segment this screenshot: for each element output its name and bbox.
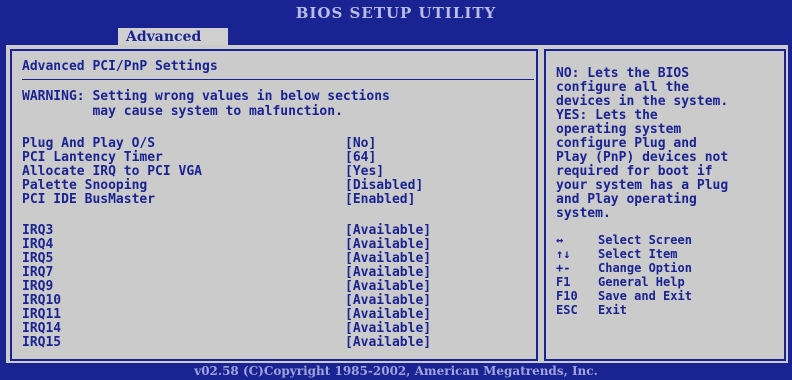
help-text: system. xyxy=(556,206,611,221)
setting-pci-ide-busmaster[interactable]: PCI IDE BusMaster [Enabled] xyxy=(22,192,522,208)
copyright-footer: v02.58 (C)Copyright 1985-2002, American … xyxy=(194,364,598,378)
setting-pci-latency-timer[interactable]: PCI Lantency Timer [64] xyxy=(22,150,522,165)
setting-irq15[interactable]: IRQ15 [Available] xyxy=(22,335,522,351)
left-right-arrow-icon: ↔ xyxy=(556,233,564,247)
bios-header: BIOS SETUP UTILITY Advanced xyxy=(0,0,792,46)
setting-label: PCI IDE BusMaster xyxy=(22,192,156,207)
setting-irq11[interactable]: IRQ11 [Available] xyxy=(22,307,522,322)
plus-minus-icon: +- xyxy=(556,261,571,275)
setting-irq3[interactable]: IRQ3 [Available] xyxy=(22,223,522,238)
key-action-exit: Exit xyxy=(598,303,627,317)
key-action-select-screen: Select Screen xyxy=(598,233,692,247)
setting-plug-and-play-os[interactable]: Plug And Play O/S [No] xyxy=(22,136,522,151)
key-action-save-exit: Save and Exit xyxy=(598,289,692,303)
page-title: Advanced PCI/PnP Settings xyxy=(22,59,218,74)
setting-irq5[interactable]: IRQ5 [Available] xyxy=(22,251,522,266)
heading-divider xyxy=(22,79,534,80)
esc-key: ESC xyxy=(556,303,578,317)
setting-allocate-irq-vga[interactable]: Allocate IRQ to PCI VGA [Yes] xyxy=(22,164,522,179)
key-action-change-option: Change Option xyxy=(598,261,692,275)
warning-text-continued: may cause system to malfunction. xyxy=(22,104,343,119)
up-down-arrow-icon: ↑↓ xyxy=(556,247,571,261)
setting-irq4[interactable]: IRQ4 [Available] xyxy=(22,237,522,252)
setting-palette-snooping[interactable]: Palette Snooping [Disabled] xyxy=(22,178,522,193)
setting-irq14[interactable]: IRQ14 [Available] xyxy=(22,321,522,336)
setting-irq10[interactable]: IRQ10 [Available] xyxy=(22,293,522,308)
help-panel: NO: Lets the BIOS configure all the devi… xyxy=(544,49,786,361)
irq-value[interactable]: [Available] xyxy=(345,335,431,351)
bios-title: BIOS SETUP UTILITY xyxy=(295,4,497,22)
setting-irq9[interactable]: IRQ9 [Available] xyxy=(22,279,522,294)
key-action-general-help: General Help xyxy=(598,275,685,289)
key-action-select-item: Select Item xyxy=(598,247,678,261)
irq-label: IRQ15 xyxy=(22,335,62,350)
f10-key: F10 xyxy=(556,289,578,303)
setting-value[interactable]: [Enabled] xyxy=(345,192,415,208)
f1-key: F1 xyxy=(556,275,571,289)
settings-panel: Advanced PCI/PnP Settings WARNING: Setti… xyxy=(10,49,538,361)
warning-text: WARNING: Setting wrong values in below s… xyxy=(22,89,390,104)
tab-advanced[interactable]: Advanced xyxy=(118,28,228,46)
setting-irq7[interactable]: IRQ7 [Available] xyxy=(22,265,522,280)
